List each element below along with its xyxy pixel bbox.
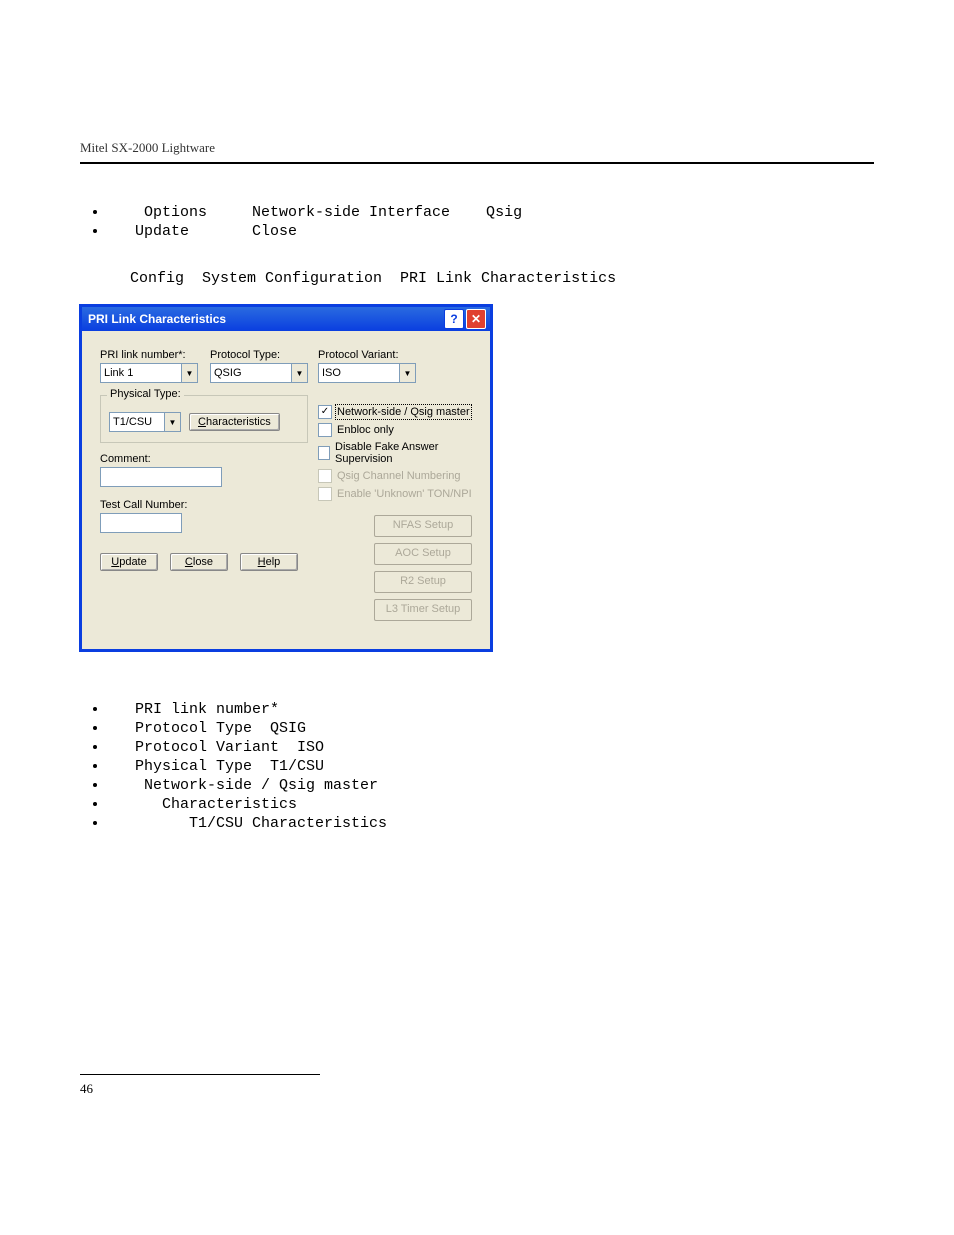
close-button[interactable]: Close [170,553,228,571]
bottom-bullet-item: Characteristics [108,796,874,813]
bottom-bullet-item: Network-side / Qsig master [108,777,874,794]
pri-link-number-select[interactable]: Link 1 ▼ [100,363,198,383]
test-call-input[interactable] [100,513,182,533]
protocol-type-label: Protocol Type: [210,349,308,361]
qsig-channel-checkbox-row: Qsig Channel Numbering [318,469,472,483]
footnote-rule [80,1074,320,1075]
chevron-down-icon: ▼ [399,364,415,382]
close-icon[interactable]: ✕ [466,309,486,329]
nav-path: Config System Configuration PRI Link Cha… [130,270,874,287]
comment-input[interactable] [100,467,222,487]
bottom-bullet-item: T1/CSU Characteristics [108,815,874,832]
enbloc-label: Enbloc only [337,424,394,436]
protocol-variant-value: ISO [319,367,399,379]
enbloc-checkbox-row[interactable]: Enbloc only [318,423,472,437]
top-bullet-item: Options Network-side Interface Qsig [108,204,874,221]
protocol-type-value: QSIG [211,367,291,379]
checkbox-icon [318,405,332,419]
dialog-title: PRI Link Characteristics [88,312,226,326]
physical-type-fieldset: Physical Type: T1/CSU ▼ Characteristics [100,395,308,443]
checkbox-icon [318,469,332,483]
enable-unknown-label: Enable 'Unknown' TON/NPI [337,488,472,500]
pri-link-number-label: PRI link number*: [100,349,198,361]
r2-setup-button: R2 Setup [374,571,472,593]
comment-label: Comment: [100,453,308,465]
qsig-channel-label: Qsig Channel Numbering [337,470,461,482]
checkbox-icon [318,487,332,501]
bottom-bullet-item: Physical Type T1/CSU [108,758,874,775]
physical-type-legend: Physical Type: [107,388,184,400]
disable-fake-label: Disable Fake Answer Supervision [335,441,472,465]
characteristics-button-rest: haracteristics [206,416,271,428]
l3-timer-setup-button: L3 Timer Setup [374,599,472,621]
network-side-checkbox-row[interactable]: Network-side / Qsig master [318,405,472,419]
chevron-down-icon: ▼ [291,364,307,382]
nfas-setup-button: NFAS Setup [374,515,472,537]
bottom-bullet-list: PRI link number* Protocol Type QSIG Prot… [80,701,874,832]
pri-link-number-value: Link 1 [101,367,181,379]
physical-type-value: T1/CSU [110,416,164,428]
top-bullet-item: Update Close [108,223,874,240]
bottom-bullet-item: Protocol Type QSIG [108,720,874,737]
top-bullet-list: Options Network-side Interface Qsig Upda… [80,204,874,240]
page-header: Mitel SX-2000 Lightware [80,140,874,164]
protocol-type-select[interactable]: QSIG ▼ [210,363,308,383]
page-number: 46 [80,1081,93,1097]
characteristics-button[interactable]: Characteristics [189,413,280,431]
test-call-label: Test Call Number: [100,499,308,511]
protocol-variant-label: Protocol Variant: [318,349,472,361]
aoc-setup-button: AOC Setup [374,543,472,565]
chevron-down-icon: ▼ [181,364,197,382]
checkbox-icon [318,423,332,437]
bottom-bullet-item: PRI link number* [108,701,874,718]
protocol-variant-select[interactable]: ISO ▼ [318,363,416,383]
bottom-bullet-item: Protocol Variant ISO [108,739,874,756]
help-button[interactable]: Help [240,553,298,571]
disable-fake-checkbox-row[interactable]: Disable Fake Answer Supervision [318,441,472,465]
dialog-titlebar: PRI Link Characteristics ? ✕ [82,307,490,331]
checkbox-icon [318,446,330,460]
update-button[interactable]: Update [100,553,158,571]
physical-type-select[interactable]: T1/CSU ▼ [109,412,181,432]
chevron-down-icon: ▼ [164,413,180,431]
network-side-label: Network-side / Qsig master [337,406,470,418]
pri-link-characteristics-dialog: PRI Link Characteristics ? ✕ PRI link nu… [80,305,492,651]
enable-unknown-checkbox-row: Enable 'Unknown' TON/NPI [318,487,472,501]
help-icon[interactable]: ? [444,309,464,329]
